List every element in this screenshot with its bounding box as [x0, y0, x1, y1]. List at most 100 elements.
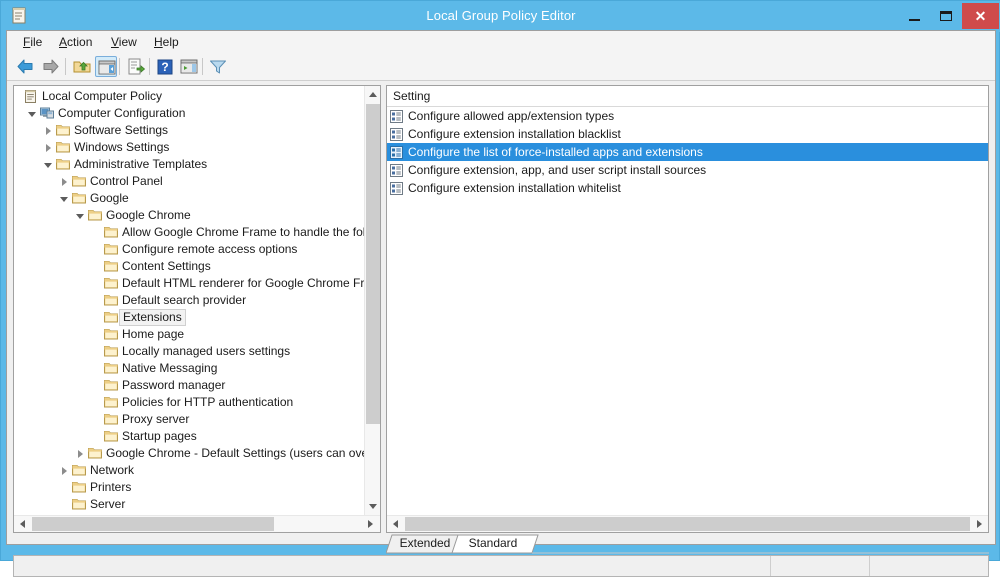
- list-scroll-right-button[interactable]: [971, 516, 988, 532]
- export-list-icon[interactable]: [125, 56, 147, 77]
- column-header-setting[interactable]: Setting: [393, 86, 430, 106]
- list-column-header: Setting State Comment: [387, 86, 988, 107]
- tab-extended[interactable]: Extended: [394, 534, 456, 553]
- tree-expand-toggle[interactable]: [58, 462, 72, 479]
- tree-item-selection: Extensions: [119, 309, 186, 326]
- tree-scroll-down-button[interactable]: [365, 498, 381, 515]
- status-divider: [869, 556, 870, 576]
- folder-icon: [104, 328, 118, 340]
- tree-item-label: Printers: [90, 479, 131, 496]
- tree-item[interactable]: Allow Google Chrome Frame to handle the …: [14, 224, 364, 241]
- menu-view[interactable]: View: [103, 31, 145, 53]
- settings-list-row[interactable]: Configure extension installation whiteli…: [387, 179, 988, 197]
- tree-item[interactable]: Startup pages: [14, 428, 364, 445]
- toolbar-separator: [65, 58, 66, 75]
- tree-item[interactable]: Native Messaging: [14, 360, 364, 377]
- toolbar-separator: [119, 58, 120, 75]
- tree-item[interactable]: Google Chrome: [14, 207, 364, 224]
- forward-arrow-icon[interactable]: [39, 56, 61, 77]
- tree-item[interactable]: Network: [14, 462, 364, 479]
- menu-action[interactable]: Action: [51, 31, 100, 53]
- tree-item[interactable]: Computer Configuration: [14, 105, 364, 122]
- close-button[interactable]: ✕: [962, 3, 999, 29]
- tree-scroll-up-button[interactable]: [365, 86, 381, 103]
- tree-item-label: Content Settings: [122, 258, 211, 275]
- tree-expand-toggle[interactable]: [42, 139, 56, 156]
- folder-icon: [104, 413, 118, 425]
- tree-collapse-toggle[interactable]: [26, 105, 40, 122]
- tree-collapse-toggle[interactable]: [74, 207, 88, 224]
- folder-icon: [56, 141, 70, 153]
- tree-item[interactable]: Control Panel: [14, 173, 364, 190]
- tree-item[interactable]: Configure remote access options: [14, 241, 364, 258]
- folder-icon: [104, 345, 118, 357]
- policy-tree[interactable]: Local Computer PolicyComputer Configurat…: [14, 88, 364, 513]
- tree-item[interactable]: Home page: [14, 326, 364, 343]
- tree-item-label: Windows Settings: [74, 139, 169, 156]
- settings-list[interactable]: Configure allowed app/extension typesNot…: [387, 107, 988, 197]
- tree-item[interactable]: Default search provider: [14, 292, 364, 309]
- tree-item[interactable]: Locally managed users settings: [14, 343, 364, 360]
- triangle-right-icon: [46, 144, 51, 152]
- minimize-button[interactable]: [898, 3, 930, 29]
- folder-icon: [72, 464, 86, 476]
- setting-name-cell: Configure extension, app, and user scrip…: [408, 161, 706, 179]
- tree-item[interactable]: Google Chrome - Default Settings (users …: [14, 445, 364, 462]
- tree-item-label: Google Chrome: [106, 207, 191, 224]
- tree-expand-toggle[interactable]: [58, 173, 72, 190]
- tree-item[interactable]: Software Settings: [14, 122, 364, 139]
- up-folder-icon[interactable]: [71, 56, 93, 77]
- list-horizontal-scrollbar[interactable]: [387, 515, 988, 532]
- menu-file[interactable]: File: [15, 31, 50, 53]
- tree-item[interactable]: Policies for HTTP authentication: [14, 394, 364, 411]
- menu-bar: File Action View Help: [7, 31, 995, 54]
- tree-item[interactable]: Proxy server: [14, 411, 364, 428]
- settings-list-row[interactable]: Configure extension installation blackli…: [387, 125, 988, 143]
- tab-standard[interactable]: Standard: [462, 534, 524, 553]
- tree-item-label: Password manager: [122, 377, 225, 394]
- folder-icon: [104, 430, 118, 442]
- tree-item[interactable]: Content Settings: [14, 258, 364, 275]
- triangle-right-icon: [78, 450, 83, 458]
- folder-icon: [104, 243, 118, 255]
- toolbar: ?: [7, 53, 995, 81]
- tree-item-label: Locally managed users settings: [122, 343, 290, 360]
- tree-item[interactable]: Default HTML renderer for Google Chrome …: [14, 275, 364, 292]
- tree-item[interactable]: Server: [14, 496, 364, 513]
- tree-vertical-scrollbar[interactable]: [364, 86, 381, 515]
- settings-list-row[interactable]: Configure allowed app/extension typesNot…: [387, 107, 988, 125]
- filter-icon[interactable]: [207, 56, 229, 77]
- folder-icon: [104, 311, 118, 323]
- settings-list-row[interactable]: Configure the list of force-installed ap…: [387, 143, 988, 161]
- tree-horizontal-scrollbar[interactable]: [14, 515, 380, 532]
- settings-list-row[interactable]: Configure extension, app, and user scrip…: [387, 161, 988, 179]
- tree-item[interactable]: Password manager: [14, 377, 364, 394]
- tree-item-label: Local Computer Policy: [42, 88, 162, 105]
- back-arrow-icon[interactable]: [15, 56, 37, 77]
- tree-expand-toggle[interactable]: [42, 122, 56, 139]
- tree-scroll-left-button[interactable]: [14, 516, 31, 532]
- tree-collapse-toggle[interactable]: [42, 156, 56, 173]
- tree-item[interactable]: Google: [14, 190, 364, 207]
- show-pane-icon[interactable]: [178, 56, 200, 77]
- tree-hscroll-thumb[interactable]: [32, 517, 274, 531]
- menu-help[interactable]: Help: [146, 31, 187, 53]
- tree-expand-toggle[interactable]: [74, 445, 88, 462]
- show-hide-tree-icon[interactable]: [95, 56, 117, 77]
- tree-scroll-thumb[interactable]: [366, 104, 380, 424]
- tree-item[interactable]: Windows Settings: [14, 139, 364, 156]
- maximize-button[interactable]: [930, 3, 962, 29]
- policy-setting-icon: [390, 128, 403, 141]
- title-bar[interactable]: Local Group Policy Editor ✕: [1, 1, 1000, 32]
- tree-collapse-toggle[interactable]: [58, 190, 72, 207]
- tree-item[interactable]: Local Computer Policy: [14, 88, 364, 105]
- window-title: Local Group Policy Editor: [1, 1, 1000, 31]
- tree-item[interactable]: Printers: [14, 479, 364, 496]
- tree-item[interactable]: Extensions: [14, 309, 364, 326]
- tree-scroll-right-button[interactable]: [362, 516, 379, 532]
- list-hscroll-thumb[interactable]: [405, 517, 970, 531]
- triangle-down-icon: [44, 163, 52, 168]
- list-scroll-left-button[interactable]: [387, 516, 404, 532]
- tree-item[interactable]: Administrative Templates: [14, 156, 364, 173]
- help-icon[interactable]: ?: [154, 56, 176, 77]
